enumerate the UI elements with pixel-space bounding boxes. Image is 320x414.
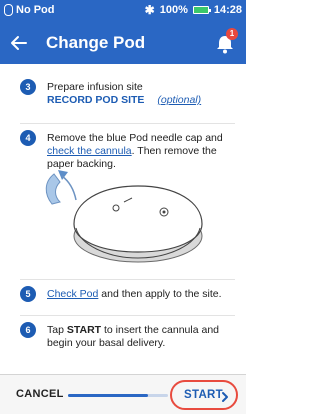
check-pod-link[interactable]: Check Pod xyxy=(47,288,98,300)
pod-status-label: No Pod xyxy=(16,4,55,16)
step-text-prefix: Tap xyxy=(47,324,67,336)
step-number: 4 xyxy=(20,130,36,146)
step-number: 6 xyxy=(20,322,36,338)
record-site-row: RECORD POD SITE (optional) xyxy=(47,94,201,107)
record-pod-site-button[interactable]: RECORD POD SITE xyxy=(47,94,144,106)
battery-icon xyxy=(192,6,211,14)
step-number: 5 xyxy=(20,286,36,302)
pod-icon xyxy=(4,4,13,16)
step-number: 3 xyxy=(20,79,36,95)
pod-illustration xyxy=(40,168,210,272)
step-text: Check Pod and then apply to the site. xyxy=(47,288,235,301)
step-5: 5 Check Pod and then apply to the site. xyxy=(20,286,235,306)
step-text: Prepare infusion site xyxy=(47,81,143,93)
bottom-bar: CANCEL START xyxy=(0,374,246,414)
bluetooth-icon: ✱ xyxy=(144,3,155,17)
divider xyxy=(20,315,235,316)
chevron-right-icon xyxy=(220,390,230,402)
step-text-prefix: Remove the blue Pod needle cap and xyxy=(47,132,223,144)
app-bar: Change Pod 1 xyxy=(0,22,246,64)
progress-bar xyxy=(68,394,168,397)
step-3: 3 Prepare infusion site RECORD POD SITE … xyxy=(20,79,235,119)
instructions-list: 3 Prepare infusion site RECORD POD SITE … xyxy=(0,64,246,374)
cancel-button[interactable]: CANCEL xyxy=(16,388,64,400)
divider xyxy=(20,279,235,280)
optional-label: (optional) xyxy=(157,94,202,106)
page-title: Change Pod xyxy=(46,33,146,52)
change-pod-screen: No Pod ✱ 100% 14:28 Change Pod 1 3 Prepa… xyxy=(0,0,246,414)
battery-percent: 100% xyxy=(159,4,188,16)
start-keyword: START xyxy=(66,324,102,336)
start-button[interactable]: START xyxy=(170,380,238,410)
step-text: Remove the blue Pod needle cap and check… xyxy=(47,132,235,171)
notification-badge: 1 xyxy=(226,28,238,40)
status-right: ✱ 100% 14:28 xyxy=(145,4,242,16)
start-label: START xyxy=(184,389,223,401)
step-6: 6 Tap START to insert the cannula and be… xyxy=(20,322,235,354)
step-text: Tap START to insert the cannula and begi… xyxy=(47,324,235,350)
pod-status: No Pod xyxy=(4,4,55,16)
clock: 14:28 xyxy=(213,4,242,16)
step-text-suffix: and then apply to the site. xyxy=(98,288,222,300)
progress-fill xyxy=(68,394,148,397)
back-arrow-icon[interactable] xyxy=(6,30,32,56)
check-cannula-link[interactable]: check the cannula xyxy=(47,145,132,157)
divider xyxy=(20,123,235,124)
status-bar: No Pod ✱ 100% 14:28 xyxy=(0,0,246,22)
